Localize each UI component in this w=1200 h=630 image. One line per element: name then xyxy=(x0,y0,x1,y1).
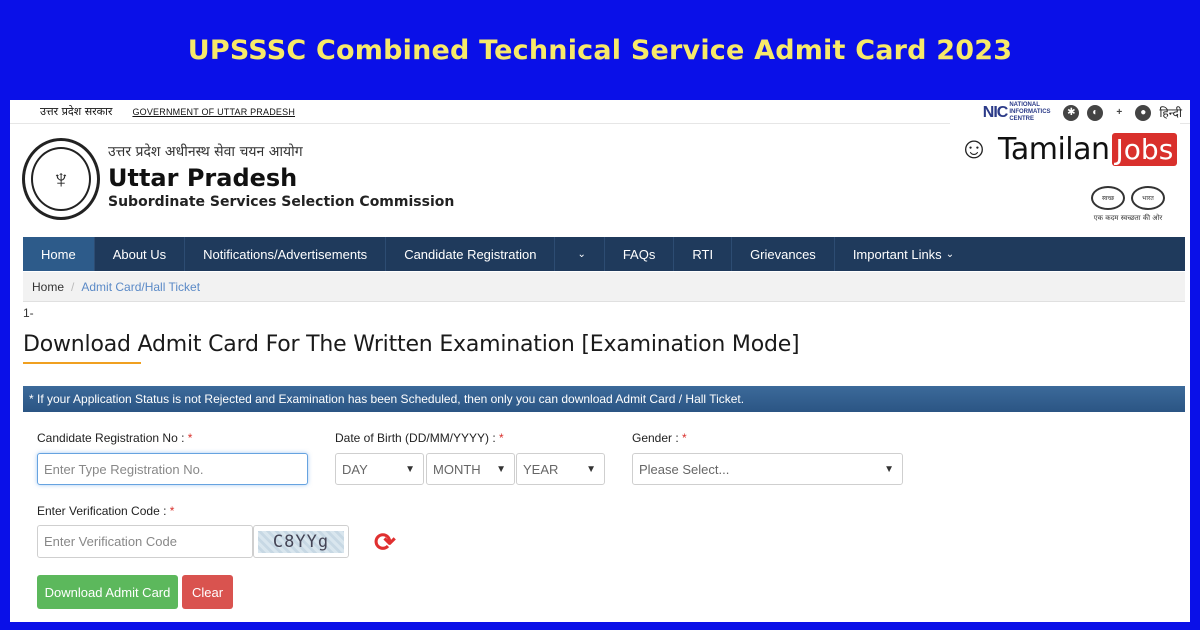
nav-about-us[interactable]: About Us xyxy=(95,237,186,271)
captcha-box: C8YYg xyxy=(253,525,349,558)
org-name: Uttar Pradesh xyxy=(108,164,298,192)
up-govt-hindi: उत्तर प्रदेश सरकार xyxy=(40,105,113,118)
breadcrumb: Home / Admit Card/Hall Ticket xyxy=(23,272,1185,302)
nic-logo-sub: NATIONAL INFORMATICS CENTRE xyxy=(1009,102,1051,122)
nav-notifications[interactable]: Notifications/Advertisements xyxy=(185,237,387,271)
section-number: 1- xyxy=(23,306,34,320)
month-value: MONTH xyxy=(433,461,481,477)
required-mark: * xyxy=(682,431,687,445)
dob-year-select[interactable]: YEAR ▼ xyxy=(516,453,605,485)
main-nav: Home About Us Notifications/Advertisemen… xyxy=(23,237,1185,271)
registration-label: Candidate Registration No : * xyxy=(37,431,192,445)
emblem-icon: ♆ xyxy=(31,147,91,211)
font-size-icon[interactable]: + xyxy=(1111,105,1127,121)
nic-logo-text: NIC xyxy=(982,103,1009,121)
language-hindi-link[interactable]: हिन्दी xyxy=(1159,104,1182,121)
gender-label-text: Gender : xyxy=(632,431,683,445)
nav-registration-dropdown[interactable]: ⌄ xyxy=(555,237,605,271)
chevron-down-icon: ▼ xyxy=(884,463,894,475)
government-link[interactable]: GOVERNMENT OF UTTAR PRADESH xyxy=(132,107,295,117)
breadcrumb-separator: / xyxy=(71,279,75,294)
chevron-down-icon: ▼ xyxy=(405,463,415,475)
swachh-tagline: एक कदम स्वच्छता की ओर xyxy=(1093,214,1163,222)
registration-placeholder: Enter Type Registration No. xyxy=(44,461,204,477)
refresh-captcha-icon[interactable]: ⟳ xyxy=(374,529,396,555)
nav-home[interactable]: Home xyxy=(23,237,95,271)
gender-label: Gender : * xyxy=(632,431,687,445)
swachh-bharat-logo: स्वच्छ भारत एक कदम स्वच्छता की ओर xyxy=(1078,186,1178,223)
nav-grievances[interactable]: Grievances xyxy=(732,237,835,271)
verification-label-text: Enter Verification Code : xyxy=(37,504,170,518)
nic-logo: NIC NATIONAL INFORMATICS CENTRE xyxy=(983,102,1056,123)
swachh-left-lens: स्वच्छ xyxy=(1091,186,1125,210)
nav-important-links[interactable]: Important Links ⌄ xyxy=(835,237,972,271)
required-mark: * xyxy=(499,431,504,445)
brand-jobs: Jobs xyxy=(1111,132,1178,166)
dob-month-select[interactable]: MONTH ▼ xyxy=(426,453,515,485)
banner: UPSSSC Combined Technical Service Admit … xyxy=(0,0,1200,100)
gender-select[interactable]: Please Select... ▼ xyxy=(632,453,903,485)
brand-tamilan: Tamilan xyxy=(998,131,1110,167)
breadcrumb-home[interactable]: Home xyxy=(32,280,64,294)
chevron-down-icon: ⌄ xyxy=(945,248,955,260)
nav-important-links-label: Important Links xyxy=(852,246,942,262)
required-mark: * xyxy=(169,504,175,518)
notice-bar: * If your Application Status is not Reje… xyxy=(23,386,1185,412)
mascot-icon: ☺ xyxy=(958,132,990,165)
dob-day-select[interactable]: DAY ▼ xyxy=(335,453,424,485)
title-underline xyxy=(23,362,141,364)
clear-button[interactable]: Clear xyxy=(182,575,233,609)
org-name-hindi: उत्तर प्रदेश अधीनस्थ सेवा चयन आयोग xyxy=(108,144,303,160)
dob-label-text: Date of Birth (DD/MM/YYYY) : xyxy=(335,431,500,445)
verification-placeholder: Enter Verification Code xyxy=(44,534,177,549)
required-mark: * xyxy=(187,431,193,445)
swachh-right-lens: भारत xyxy=(1131,186,1165,210)
dob-label: Date of Birth (DD/MM/YYYY) : * xyxy=(335,431,504,445)
gender-value: Please Select... xyxy=(639,461,730,477)
upsssc-emblem: ♆ xyxy=(22,138,100,220)
top-bar-tools: NIC NATIONAL INFORMATICS CENTRE ✱ ◐ + ● … xyxy=(983,102,1182,123)
registration-input[interactable]: Enter Type Registration No. xyxy=(37,453,308,485)
user-icon[interactable]: ● xyxy=(1135,104,1152,121)
sitemap-icon[interactable]: ✱ xyxy=(1063,104,1080,121)
breadcrumb-current[interactable]: Admit Card/Hall Ticket xyxy=(81,280,200,294)
day-value: DAY xyxy=(342,461,368,477)
tamilan-jobs-watermark: ☺ Tamilan Jobs xyxy=(950,122,1180,176)
verification-label: Enter Verification Code : * xyxy=(37,504,174,518)
captcha-image: C8YYg xyxy=(258,530,344,553)
chevron-down-icon: ▼ xyxy=(586,463,596,475)
year-value: YEAR xyxy=(523,461,559,477)
chevron-down-icon: ⌄ xyxy=(577,248,586,260)
org-subtitle: Subordinate Services Selection Commissio… xyxy=(108,194,455,210)
page-title: Download Admit Card For The Written Exam… xyxy=(23,332,800,357)
download-admit-card-button[interactable]: Download Admit Card xyxy=(37,575,178,609)
registration-label-text: Candidate Registration No : xyxy=(37,431,188,445)
chevron-down-icon: ▼ xyxy=(496,463,506,475)
accessibility-icon[interactable]: ◐ xyxy=(1087,104,1104,121)
website-screenshot: उत्तर प्रदेश सरकार GOVERNMENT OF UTTAR P… xyxy=(10,100,1190,622)
nav-rti[interactable]: RTI xyxy=(674,237,733,271)
nav-candidate-registration[interactable]: Candidate Registration xyxy=(386,237,556,271)
banner-title: UPSSSC Combined Technical Service Admit … xyxy=(187,34,1013,66)
verification-input[interactable]: Enter Verification Code xyxy=(37,525,253,558)
nav-faqs[interactable]: FAQs xyxy=(605,237,675,271)
